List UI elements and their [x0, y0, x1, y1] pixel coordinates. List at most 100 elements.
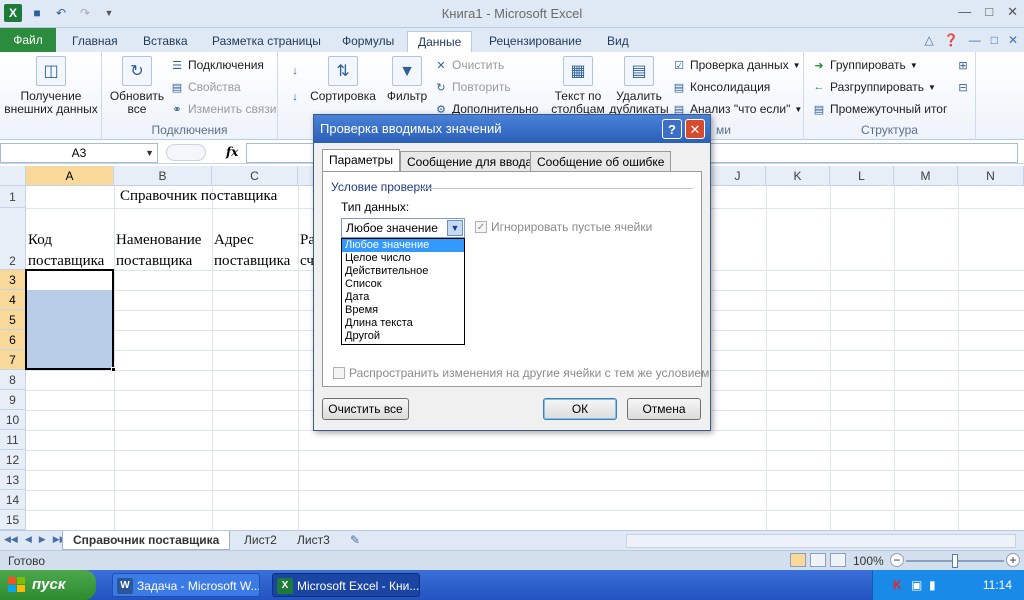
- tab-view[interactable]: Вид: [597, 31, 639, 52]
- column-header[interactable]: B: [114, 166, 212, 186]
- row-header[interactable]: 13: [0, 470, 26, 490]
- next-sheet-icon[interactable]: ▶: [39, 534, 46, 545]
- text-to-columns-button[interactable]: ▦ Текст по столбцам: [550, 56, 606, 116]
- cancel-button[interactable]: Отмена: [627, 398, 701, 420]
- maximize-icon[interactable]: □: [985, 4, 993, 20]
- header-cell-a-line2[interactable]: поставщика: [28, 253, 104, 270]
- show-detail-icon[interactable]: ⊞: [956, 58, 970, 72]
- row-header[interactable]: 8: [0, 370, 26, 390]
- zoom-in-icon[interactable]: +: [1006, 553, 1020, 567]
- tab-error-alert[interactable]: Сообщение об ошибке: [530, 151, 672, 171]
- prev-sheet-icon[interactable]: ◀: [25, 534, 32, 545]
- row-header[interactable]: 14: [0, 490, 26, 510]
- taskbar-item-word[interactable]: W Задача - Microsoft W...: [112, 573, 260, 597]
- edit-links-button[interactable]: ⚭ Изменить связи: [170, 102, 276, 116]
- tab-page-layout[interactable]: Разметка страницы: [202, 31, 331, 52]
- list-item[interactable]: Другой: [342, 330, 464, 343]
- sheet-title-cell[interactable]: Справочник поставщика: [120, 188, 277, 205]
- row-header[interactable]: 2: [0, 208, 26, 270]
- tab-data[interactable]: Данные: [407, 31, 473, 52]
- ribbon-window-restore-icon[interactable]: □: [991, 33, 998, 47]
- header-cell-c-line2[interactable]: поставщика: [214, 253, 290, 270]
- tab-input-message[interactable]: Сообщение для ввода: [400, 151, 540, 171]
- zoom-out-icon[interactable]: −: [890, 553, 904, 567]
- header-cell-c-line1[interactable]: Адрес: [214, 232, 254, 249]
- sort-az-icon[interactable]: ↓: [288, 64, 302, 78]
- page-break-view-icon[interactable]: [830, 553, 846, 567]
- fill-handle[interactable]: [111, 367, 116, 372]
- clear-filter-button[interactable]: ✕ Очистить: [434, 58, 504, 72]
- tab-settings[interactable]: Параметры: [322, 149, 400, 171]
- hide-detail-icon[interactable]: ⊟: [956, 80, 970, 94]
- tab-file[interactable]: Файл: [0, 28, 56, 52]
- row-header[interactable]: 1: [0, 186, 26, 208]
- reapply-button[interactable]: ↻ Повторить: [434, 80, 510, 94]
- name-box[interactable]: A3 ▼: [0, 143, 158, 163]
- column-header[interactable]: N: [958, 166, 1024, 186]
- column-header[interactable]: K: [766, 166, 830, 186]
- zoom-slider[interactable]: − +: [890, 553, 1020, 569]
- ignore-blank-checkbox[interactable]: ✓ Игнорировать пустые ячейки: [475, 220, 652, 234]
- list-item[interactable]: Любое значение: [342, 239, 464, 252]
- data-validation-button[interactable]: ☑ Проверка данных ▼: [672, 58, 801, 72]
- column-header[interactable]: M: [894, 166, 958, 186]
- column-header[interactable]: A: [26, 166, 114, 186]
- insert-sheet-icon[interactable]: ✎: [340, 531, 370, 550]
- column-header[interactable]: C: [212, 166, 298, 186]
- antivirus-icon[interactable]: K: [893, 578, 902, 592]
- row-header[interactable]: 4: [0, 290, 26, 310]
- get-external-data-button[interactable]: ◫ Получение внешних данных: [2, 56, 100, 116]
- row-header[interactable]: 7: [0, 350, 26, 370]
- column-header[interactable]: [298, 166, 314, 186]
- ok-button[interactable]: ОК: [543, 398, 617, 420]
- row-header[interactable]: 15: [0, 510, 26, 530]
- zoom-level[interactable]: 100%: [853, 554, 884, 568]
- list-item[interactable]: Действительное: [342, 265, 464, 278]
- row-header[interactable]: 12: [0, 450, 26, 470]
- header-cell-b-line1[interactable]: Наменование: [116, 232, 201, 249]
- header-cell-d-line2[interactable]: сч: [300, 253, 314, 270]
- filter-button[interactable]: ▼ Фильтр: [384, 56, 430, 103]
- data-type-dropdown-list[interactable]: Любое значение Целое число Действительно…: [341, 238, 465, 345]
- subtotal-button[interactable]: ▤ Промежуточный итог: [812, 102, 948, 116]
- column-header[interactable]: L: [830, 166, 894, 186]
- tab-formulas[interactable]: Формулы: [332, 31, 404, 52]
- list-item[interactable]: Время: [342, 304, 464, 317]
- properties-button[interactable]: ▤ Свойства: [170, 80, 241, 94]
- start-button[interactable]: пуск: [0, 570, 96, 600]
- group-button[interactable]: ➜ Группировать ▼: [812, 58, 917, 72]
- ribbon-window-close-icon[interactable]: ✕: [1008, 33, 1018, 47]
- list-item[interactable]: Целое число: [342, 252, 464, 265]
- ribbon-window-minimize-icon[interactable]: —: [969, 33, 981, 47]
- insert-function-icon[interactable]: fx: [226, 145, 238, 159]
- network-icon[interactable]: ▣: [911, 578, 922, 592]
- dialog-help-button[interactable]: ?: [662, 119, 682, 139]
- list-item[interactable]: Список: [342, 278, 464, 291]
- refresh-all-button[interactable]: ↻ Обновить все: [106, 56, 168, 116]
- minimize-icon[interactable]: —: [958, 4, 971, 20]
- row-header[interactable]: 11: [0, 430, 26, 450]
- taskbar-item-excel[interactable]: X Microsoft Excel - Кни...: [272, 573, 420, 597]
- normal-view-icon[interactable]: [790, 553, 806, 567]
- name-box-dropdown-icon[interactable]: ▼: [145, 144, 154, 162]
- row-header[interactable]: 3: [0, 270, 26, 290]
- consolidate-button[interactable]: ▤ Консолидация: [672, 80, 771, 94]
- sheet-tab-3[interactable]: Лист3: [287, 531, 340, 550]
- tab-insert[interactable]: Вставка: [133, 31, 198, 52]
- chevron-down-icon[interactable]: ▼: [447, 220, 463, 236]
- column-header[interactable]: J: [710, 166, 766, 186]
- connections-button[interactable]: ☰ Подключения: [170, 58, 264, 72]
- ungroup-button[interactable]: ← Разгруппировать ▼: [812, 80, 936, 94]
- tab-review[interactable]: Рецензирование: [479, 31, 592, 52]
- list-item[interactable]: Дата: [342, 291, 464, 304]
- tab-home[interactable]: Главная: [62, 31, 128, 52]
- zoom-knob[interactable]: [952, 554, 958, 568]
- header-cell-a-line1[interactable]: Код: [28, 232, 52, 249]
- data-type-select[interactable]: Любое значение ▼: [341, 218, 465, 238]
- sheet-tab-2[interactable]: Лист2: [234, 531, 287, 550]
- ribbon-minimize-icon[interactable]: △: [925, 33, 934, 47]
- close-icon[interactable]: ✕: [1007, 4, 1018, 20]
- row-header[interactable]: 5: [0, 310, 26, 330]
- select-all-corner[interactable]: [0, 166, 26, 186]
- sheet-tab-suppliers[interactable]: Справочник поставщика: [62, 531, 231, 550]
